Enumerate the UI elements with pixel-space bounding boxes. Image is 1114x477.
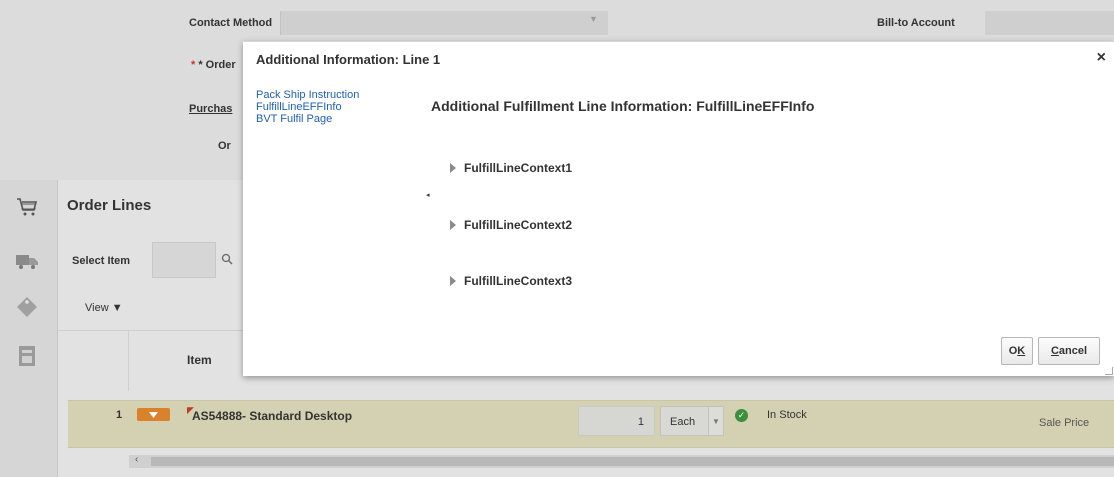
context-label[interactable]: FulfillLineContext2 [464,218,572,232]
expand-triangle-icon[interactable] [450,163,456,173]
close-icon[interactable]: × [1097,50,1106,66]
contact-method-label: Contact Method [189,17,273,29]
dialog-nav: Pack Ship Instruction FulfillLineEFFInfo… [256,89,396,125]
dialog-title: Additional Information: Line 1 [256,52,441,67]
context-label[interactable]: FulfillLineContext3 [464,274,572,288]
price-type: Sale Price [1039,417,1090,429]
contact-method-select[interactable] [280,11,608,35]
view-menu[interactable]: View ▼ [85,302,123,314]
item-column-header[interactable]: Item [187,353,212,367]
bill-to-account-label: Bill-to Account [877,17,955,29]
expand-triangle-icon[interactable] [450,220,456,230]
collapse-pane-icon[interactable]: ◂ [426,191,430,199]
tag-icon[interactable] [14,294,40,320]
order-field-label: Or [218,140,231,152]
chevron-down-icon[interactable]: ▼ [589,14,598,24]
uom-select[interactable]: Each [660,406,710,436]
bill-to-account-input[interactable] [985,11,1114,35]
availability-status: In Stock [767,409,807,421]
nav-link-fulfill-line-eff-info[interactable]: FulfillLineEFFInfo [256,101,396,113]
ok-label-accesskey: K [1017,345,1026,357]
resize-handle[interactable] [1105,367,1113,375]
cancel-label-rest: ancel [1058,345,1088,357]
context-disclosure-3[interactable]: FulfillLineContext3 [450,271,572,291]
search-icon[interactable] [221,253,233,268]
purchase-order-label[interactable]: Purchas [189,103,232,115]
check-circle-icon: ✓ [735,409,748,422]
row-item-name[interactable]: AS54888- Standard Desktop [192,409,352,423]
expand-triangle-icon[interactable] [450,276,456,286]
clipboard-icon[interactable] [14,343,40,369]
left-sidebar [0,180,58,477]
cancel-button[interactable]: Cancel [1038,337,1100,365]
select-item-label: Select Item [72,255,131,267]
order-lines-title: Order Lines [67,197,152,214]
nav-link-pack-ship-instruction[interactable]: Pack Ship Instruction [256,89,396,101]
cart-icon[interactable] [14,194,40,220]
scrollbar-thumb[interactable] [151,457,1114,466]
truck-icon[interactable] [14,248,40,274]
quantity-input[interactable]: 1 [578,406,655,436]
horizontal-scrollbar[interactable]: ‹ [129,454,1114,468]
additional-information-dialog: Additional Information: Line 1 × Pack Sh… [243,41,1114,376]
cancel-label-accesskey: C [1050,345,1059,357]
context-disclosure-2[interactable]: FulfillLineContext2 [450,215,572,235]
ok-button[interactable]: OK [1001,337,1033,365]
context-disclosure-1[interactable]: FulfillLineContext1 [450,158,572,178]
context-label[interactable]: FulfillLineContext1 [464,161,572,175]
select-item-input[interactable] [152,242,216,278]
row-actions-button[interactable] [137,408,170,421]
chevron-down-icon[interactable]: ▼ [708,406,724,436]
line-number: 1 [116,409,123,421]
ok-label-prefix: O [1008,345,1018,357]
section-heading: Additional Fulfillment Line Information:… [431,98,815,114]
order-label: * * Order [191,59,236,71]
chevron-left-icon[interactable]: ‹ [135,454,138,465]
nav-link-bvt-fulfil-page[interactable]: BVT Fulfil Page [256,113,396,125]
